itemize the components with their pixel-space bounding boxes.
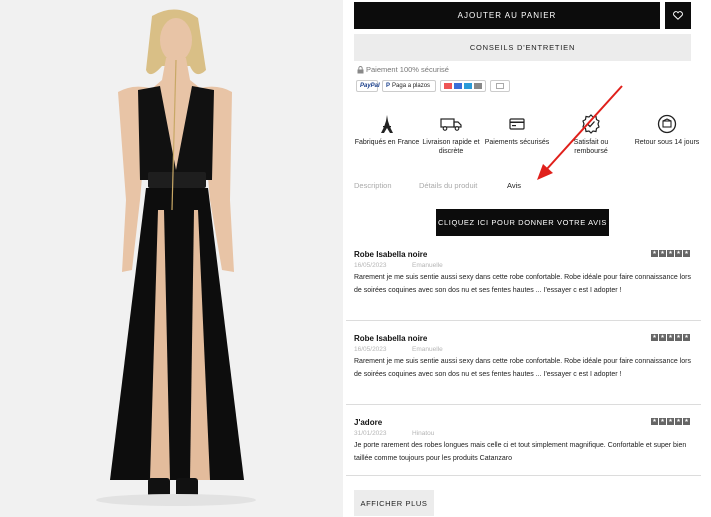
star-icon: ★ <box>683 334 690 341</box>
star-icon: ★ <box>651 334 658 341</box>
product-panel: AJOUTER AU PANIER CONSEILS D'ENTRETIEN P… <box>346 0 711 517</box>
feature-secure-payments: Paiements sécurisés <box>484 112 550 148</box>
review-author: Emanuelle <box>412 346 443 353</box>
paypal-pay-later-logo: P Paga a plazos <box>382 80 436 92</box>
care-advice-button[interactable]: CONSEILS D'ENTRETIEN <box>354 34 691 61</box>
delivery-truck-icon <box>418 112 484 136</box>
star-icon: ★ <box>675 418 682 425</box>
tab-product-details[interactable]: Détails du produit <box>419 181 477 190</box>
star-icon: ★ <box>651 250 658 257</box>
review-author: Emanuelle <box>412 262 443 269</box>
return-box-icon <box>634 112 700 136</box>
review-date: 16/05/2023 <box>354 346 387 353</box>
review-date: 31/01/2023 <box>354 430 387 437</box>
feature-satisfaction: Satisfait ou remboursé <box>558 112 624 156</box>
star-icon: ★ <box>667 334 674 341</box>
payment-methods: PayPal P Paga a plazos <box>356 80 510 92</box>
review-title: Robe Isabella noire <box>354 334 428 343</box>
review-body: Rarement je me suis sentie aussi sexy da… <box>354 358 691 378</box>
star-icon: ★ <box>667 250 674 257</box>
star-icon: ★ <box>659 418 666 425</box>
feature-return: Retour sous 14 jours <box>634 112 700 148</box>
star-rating: ★ ★ ★ ★ ★ <box>651 250 690 257</box>
star-icon: ★ <box>667 418 674 425</box>
feature-fast-delivery: Livraison rapide et discrète <box>418 112 484 156</box>
review-item: Robe Isabella noire ★ ★ ★ ★ ★ 16/05/2023 Ema… <box>346 250 701 321</box>
satisfaction-badge-icon <box>558 112 624 136</box>
star-icon: ★ <box>683 418 690 425</box>
show-more-button[interactable]: AFFICHER PLUS <box>354 490 434 516</box>
star-icon: ★ <box>683 250 690 257</box>
review-item: J'adore ★ ★ ★ ★ ★ 31/01/2023 Hinatou Je port… <box>346 418 701 476</box>
features-row: Fabriqués en France Livraison rapide et … <box>354 112 700 162</box>
star-icon: ★ <box>651 418 658 425</box>
lock-icon <box>357 65 364 73</box>
tab-reviews[interactable]: Avis <box>507 181 521 190</box>
star-icon: ★ <box>659 334 666 341</box>
wishlist-button[interactable] <box>665 2 691 29</box>
review-author: Hinatou <box>412 430 435 437</box>
tab-description[interactable]: Description <box>354 181 392 190</box>
star-rating: ★ ★ ★ ★ ★ <box>651 334 690 341</box>
annotation-arrow <box>537 85 623 180</box>
review-date: 16/05/2023 <box>354 262 387 269</box>
secure-payment-text: Paiement 100% sécurisé <box>366 65 449 74</box>
review-body: Rarement je me suis sentie aussi sexy da… <box>354 274 691 294</box>
bank-transfer-logo <box>490 80 510 92</box>
star-icon: ★ <box>675 334 682 341</box>
heart-icon <box>673 11 683 20</box>
paypal-logo: PayPal <box>356 80 380 92</box>
review-item: Robe Isabella noire ★ ★ ★ ★ ★ 16/05/2023 Ema… <box>346 334 701 405</box>
add-to-cart-button[interactable]: AJOUTER AU PANIER <box>354 2 660 29</box>
secure-payment-note: Paiement 100% sécurisé <box>357 65 449 74</box>
secure-card-icon <box>484 112 550 136</box>
star-icon: ★ <box>675 250 682 257</box>
feature-made-in-france: Fabriqués en France <box>354 112 420 148</box>
eiffel-tower-icon <box>354 112 420 136</box>
star-icon: ★ <box>659 250 666 257</box>
review-body: Je porte rarement des robes longues mais… <box>354 442 687 462</box>
give-review-button[interactable]: CLIQUEZ ICI POUR DONNER VOTRE AVIS <box>436 209 609 236</box>
product-photo <box>0 0 343 517</box>
star-rating: ★ ★ ★ ★ ★ <box>651 418 690 425</box>
card-logos <box>440 80 486 92</box>
review-title: J'adore <box>354 418 383 427</box>
review-title: Robe Isabella noire <box>354 250 428 259</box>
